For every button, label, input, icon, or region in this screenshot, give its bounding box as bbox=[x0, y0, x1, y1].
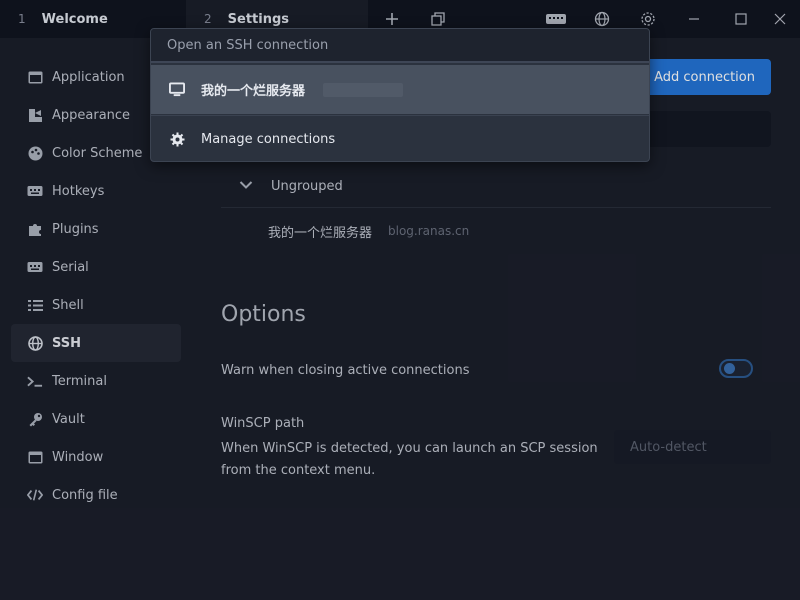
ssh-search-input[interactable] bbox=[151, 29, 649, 63]
redacted-host bbox=[323, 82, 404, 97]
manage-connections-label: Manage connections bbox=[201, 132, 336, 147]
popup-item-connection[interactable]: 我的一个烂服务器 bbox=[151, 65, 649, 114]
popup-connection-name: 我的一个烂服务器 bbox=[201, 84, 306, 99]
gear-icon bbox=[169, 132, 185, 148]
popup-item-manage-connections[interactable]: Manage connections bbox=[151, 115, 649, 161]
monitor-icon bbox=[169, 82, 185, 98]
ssh-quick-connect-popup: 我的一个烂服务器 Manage connections bbox=[150, 28, 650, 162]
